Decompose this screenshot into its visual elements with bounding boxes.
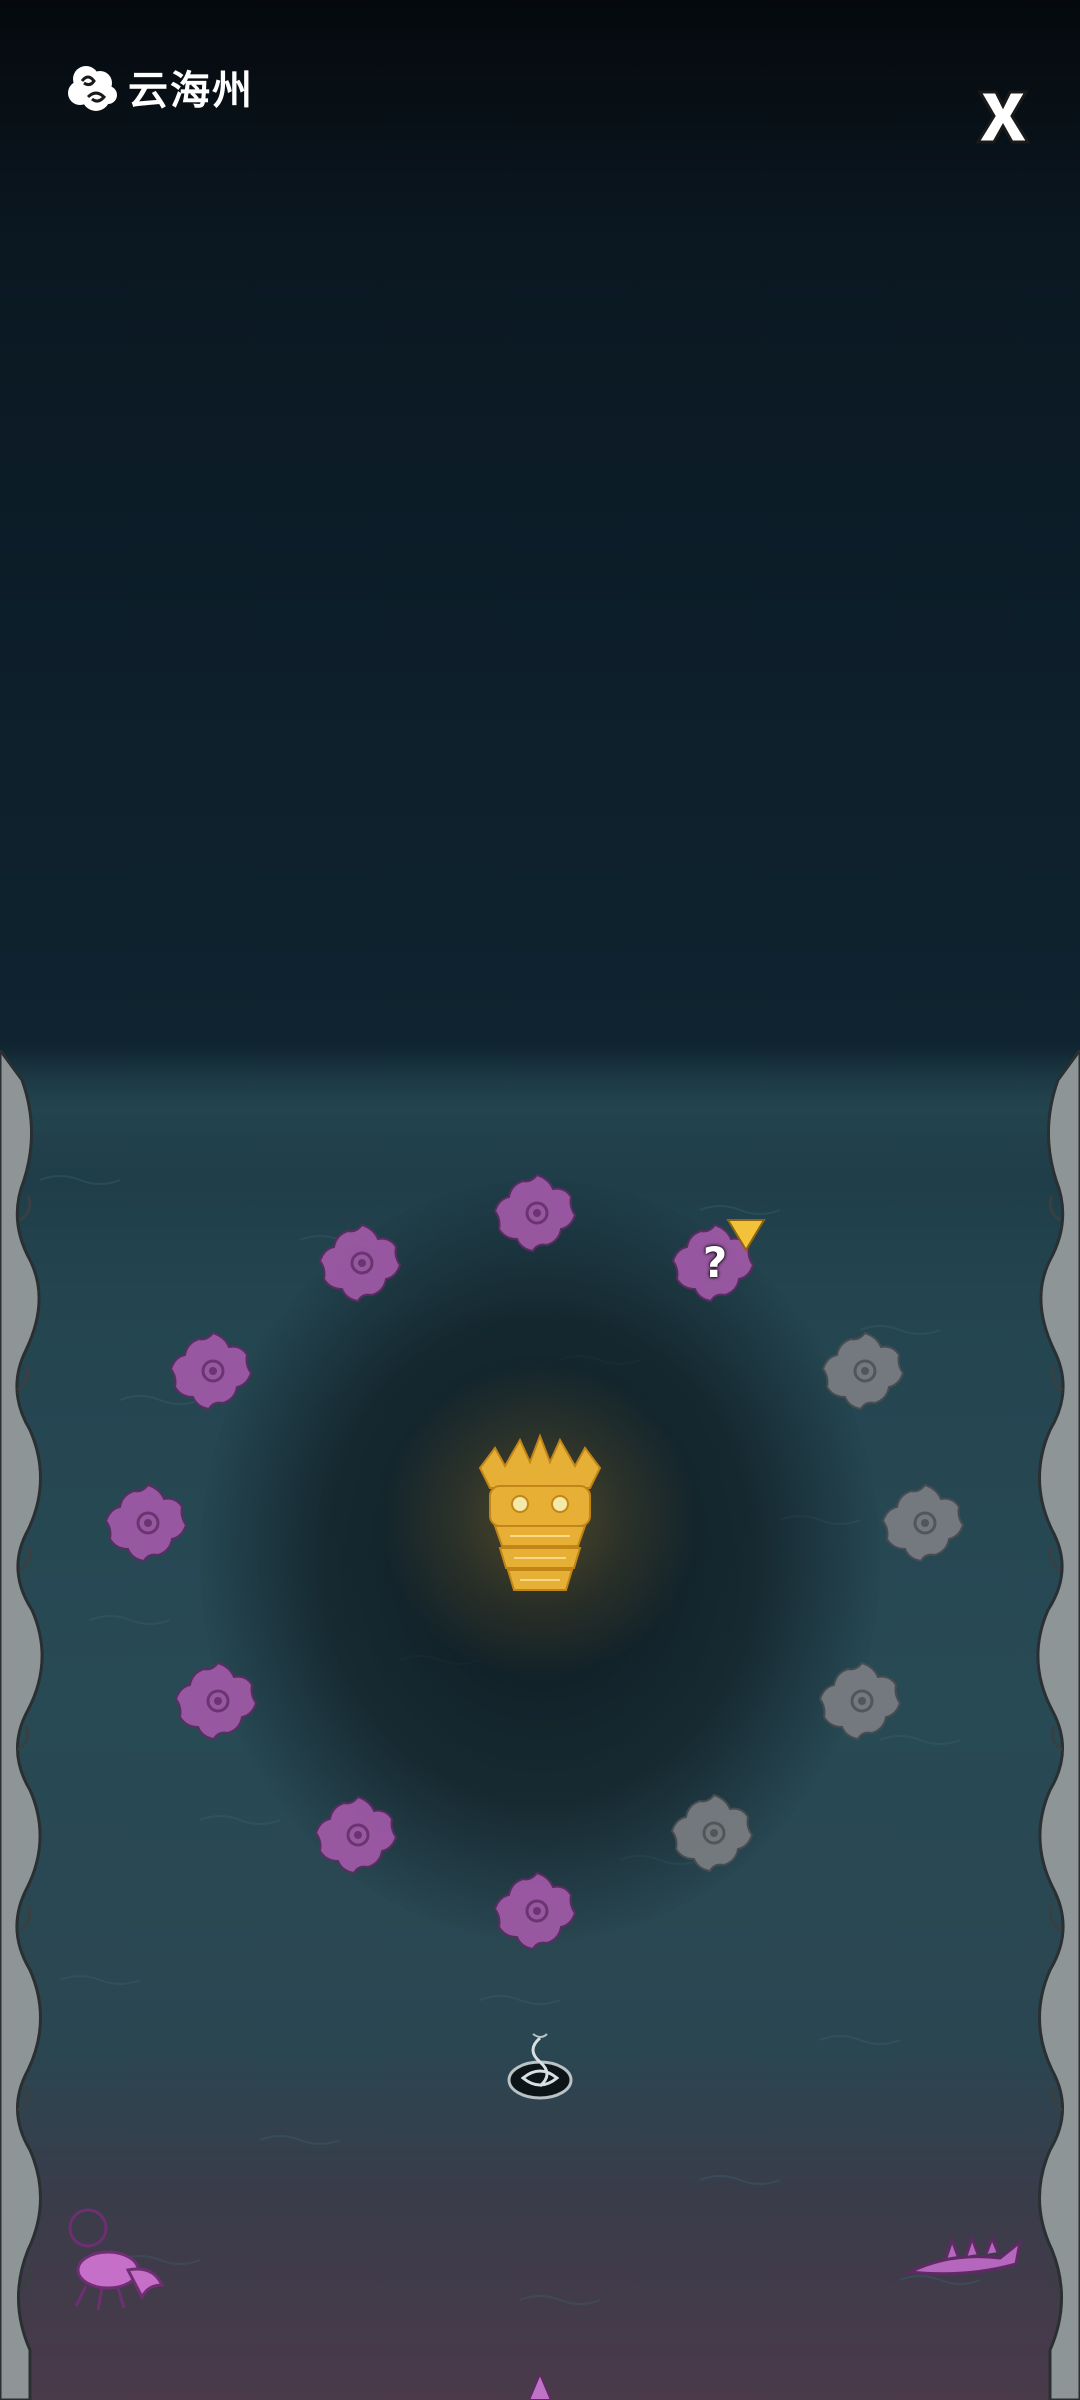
map-node-visited[interactable] — [170, 1657, 266, 1743]
map-node-visited[interactable] — [165, 1327, 261, 1413]
region-title: 云海州 — [64, 58, 254, 116]
map-node-locked[interactable] — [817, 1327, 913, 1413]
flower-node-icon — [670, 1793, 754, 1873]
map-node-locked[interactable] — [877, 1479, 973, 1565]
cloud-icon — [68, 66, 117, 111]
flower-node-icon — [821, 1331, 905, 1411]
purple-spiked-fish-creature — [906, 2233, 1023, 2276]
close-button[interactable] — [972, 86, 1034, 148]
purple-fin-creature — [527, 2374, 553, 2400]
golden-dragon-boss[interactable] — [450, 1428, 630, 1608]
current-location-pointer — [726, 1219, 766, 1252]
region-title-text: 云海州 — [128, 68, 254, 114]
flower-node-icon — [493, 1173, 577, 1253]
right-cloud-pillar — [1036, 1050, 1080, 2400]
portal-icon[interactable] — [503, 2028, 577, 2104]
map-node-visited[interactable] — [489, 1169, 585, 1255]
purple-crab-creature — [68, 2208, 165, 2311]
map-node-visited[interactable] — [100, 1479, 196, 1565]
flower-node-icon — [493, 1871, 577, 1951]
flower-node-icon — [818, 1661, 902, 1741]
map-node-locked[interactable] — [666, 1789, 762, 1875]
map-node-visited[interactable] — [314, 1219, 410, 1305]
map-scene: ? — [0, 0, 1080, 2400]
flower-node-icon — [174, 1661, 258, 1741]
map-node-locked[interactable] — [814, 1657, 910, 1743]
flower-node-icon — [169, 1331, 253, 1411]
left-cloud-pillar — [0, 1050, 44, 2400]
flower-node-icon — [881, 1483, 965, 1563]
map-node-visited[interactable] — [489, 1867, 585, 1953]
map-node-visited[interactable] — [310, 1791, 406, 1877]
flower-node-icon — [318, 1223, 402, 1303]
flower-node-icon — [104, 1483, 188, 1563]
flower-node-icon — [314, 1795, 398, 1875]
close-icon — [975, 90, 1031, 144]
